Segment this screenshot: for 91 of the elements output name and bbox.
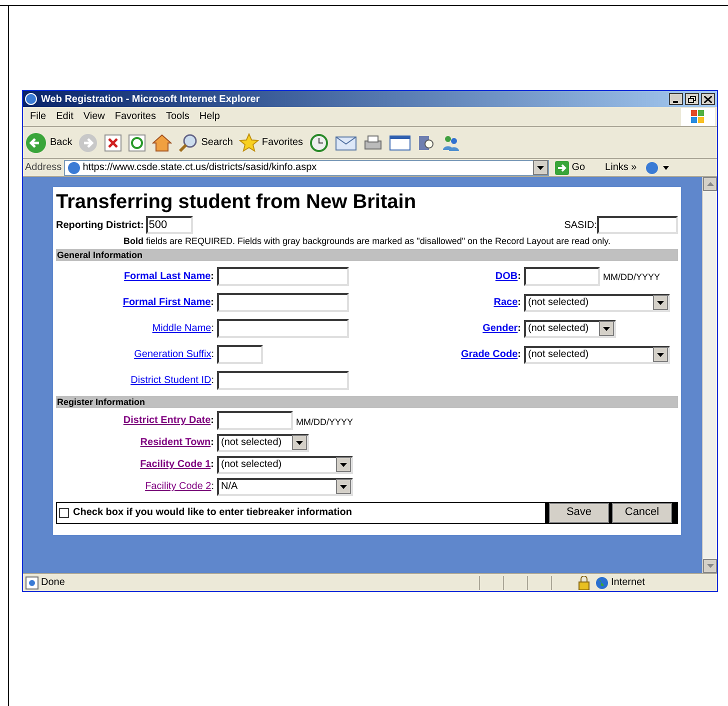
section-header: Register Information bbox=[56, 396, 678, 408]
ie-logo-icon bbox=[25, 93, 37, 105]
go-arrow-icon bbox=[554, 160, 569, 174]
menu-item[interactable]: View bbox=[78, 109, 110, 124]
colon-text: : bbox=[518, 270, 521, 284]
tiebreaker-label: Check box if you would like to enter tiebreaker information bbox=[73, 506, 352, 520]
text-field[interactable] bbox=[217, 266, 349, 286]
windows-flag-icon bbox=[681, 108, 715, 126]
go-button[interactable]: Go bbox=[554, 160, 586, 175]
colon-text: : bbox=[210, 458, 214, 472]
dropdown[interactable]: (not selected) bbox=[217, 456, 353, 474]
address-label: Address bbox=[25, 161, 62, 175]
page-status-icon bbox=[25, 576, 39, 590]
colon-text: : bbox=[518, 296, 521, 310]
lock-icon bbox=[577, 576, 591, 590]
research-icon[interactable] bbox=[417, 134, 436, 152]
restore-icon[interactable] bbox=[685, 93, 699, 105]
text-field[interactable] bbox=[217, 371, 349, 390]
colon-text: : bbox=[211, 374, 214, 388]
text-field[interactable] bbox=[217, 411, 293, 430]
form-button[interactable]: Cancel bbox=[612, 502, 672, 522]
menu-item[interactable]: Favorites bbox=[110, 109, 161, 124]
edit-icon[interactable] bbox=[389, 134, 412, 152]
colon-text: : bbox=[211, 480, 214, 494]
menu-item[interactable]: File bbox=[25, 109, 52, 124]
close-icon[interactable] bbox=[701, 93, 715, 105]
menu-item[interactable]: Help bbox=[194, 109, 225, 124]
date-format-hint: MM/DD/YYYY bbox=[603, 271, 660, 284]
field-label-link[interactable]: Grade Code bbox=[460, 347, 518, 362]
colon-text: : bbox=[211, 348, 214, 362]
menu-item[interactable]: Tools bbox=[160, 109, 194, 124]
text-field[interactable] bbox=[217, 345, 263, 364]
toolbar-plugin-icon[interactable] bbox=[644, 160, 671, 174]
field-label-link[interactable]: Formal Last Name bbox=[124, 268, 211, 284]
field-label-link[interactable]: Gender bbox=[482, 321, 518, 336]
field-label-link[interactable]: District Student ID bbox=[130, 373, 212, 388]
globe-icon bbox=[595, 576, 609, 590]
colon-text: : bbox=[210, 436, 214, 450]
dropdown[interactable]: (not selected) bbox=[524, 294, 670, 312]
tiebreaker-checkbox[interactable] bbox=[59, 508, 69, 518]
colon-text: : bbox=[210, 296, 214, 310]
favorites-button[interactable]: Favorites bbox=[238, 132, 304, 152]
field-label-link[interactable]: DOB bbox=[495, 268, 518, 284]
reporting-district-label: Reporting District: bbox=[56, 218, 144, 232]
field-label-link[interactable]: Formal First Name bbox=[122, 295, 211, 310]
text-field[interactable] bbox=[217, 319, 349, 338]
printer-icon[interactable] bbox=[363, 134, 384, 152]
field-label-link[interactable]: Facility Code 2 bbox=[145, 479, 212, 494]
dropdown[interactable]: (not selected) bbox=[217, 434, 309, 452]
page-title: Transferring student from New Britain bbox=[56, 190, 418, 215]
search-button[interactable]: Search bbox=[178, 132, 233, 152]
home-icon[interactable] bbox=[152, 134, 172, 152]
window-title: Web Registration - Microsoft Internet Explorer bbox=[41, 92, 261, 106]
date-format-hint: MM/DD/YYYY bbox=[296, 416, 354, 429]
text-field[interactable] bbox=[217, 293, 349, 312]
field-label-link[interactable]: Race bbox=[494, 295, 518, 310]
back-button[interactable]: Back bbox=[25, 132, 72, 154]
sasid-label: SASID: bbox=[564, 218, 597, 232]
zone-text: Internet bbox=[611, 576, 646, 590]
colon-text: : bbox=[518, 348, 521, 362]
field-label-link[interactable]: District Entry Date bbox=[123, 413, 211, 428]
links-button[interactable]: Links » bbox=[605, 160, 637, 175]
search-icon bbox=[178, 132, 198, 152]
colon-text: : bbox=[210, 270, 214, 284]
dropdown[interactable]: (not selected) bbox=[524, 320, 616, 338]
text-field[interactable] bbox=[524, 266, 600, 286]
page-icon bbox=[66, 160, 81, 174]
minimize-icon[interactable] bbox=[669, 93, 683, 105]
form-button[interactable]: Save bbox=[549, 502, 609, 522]
star-icon bbox=[238, 132, 259, 152]
dropdown[interactable]: N/A bbox=[217, 478, 353, 496]
field-label-link[interactable]: Middle Name bbox=[152, 321, 212, 336]
colon-text: : bbox=[210, 414, 214, 428]
messenger-icon[interactable] bbox=[441, 134, 462, 152]
stop-icon[interactable] bbox=[104, 134, 122, 152]
colon-text: : bbox=[518, 322, 521, 336]
required-note: Bold fields are REQUIRED. Fields with gray backgrounds are marked as "disallowed" on the Record Layout are read only. bbox=[124, 235, 610, 248]
address-field[interactable]: https://www.csde.state.ct.us/districts/sasid/kinfo.aspx bbox=[64, 160, 549, 176]
field-label-link[interactable]: Resident Town bbox=[140, 435, 211, 450]
field-label-link[interactable]: Facility Code 1 bbox=[140, 457, 211, 472]
refresh-icon[interactable] bbox=[128, 134, 146, 152]
dropdown[interactable]: (not selected) bbox=[524, 346, 670, 364]
reporting-district-field[interactable]: 500 bbox=[146, 216, 193, 234]
sasid-field[interactable] bbox=[597, 216, 678, 234]
menu-item[interactable]: Edit bbox=[51, 109, 78, 124]
section-header: General Information bbox=[56, 248, 678, 260]
history-icon[interactable] bbox=[309, 132, 330, 152]
field-label-link[interactable]: Generation Suffix bbox=[134, 347, 212, 362]
status-text: Done bbox=[41, 576, 66, 590]
mail-icon[interactable] bbox=[335, 134, 358, 152]
colon-text: : bbox=[211, 322, 214, 336]
